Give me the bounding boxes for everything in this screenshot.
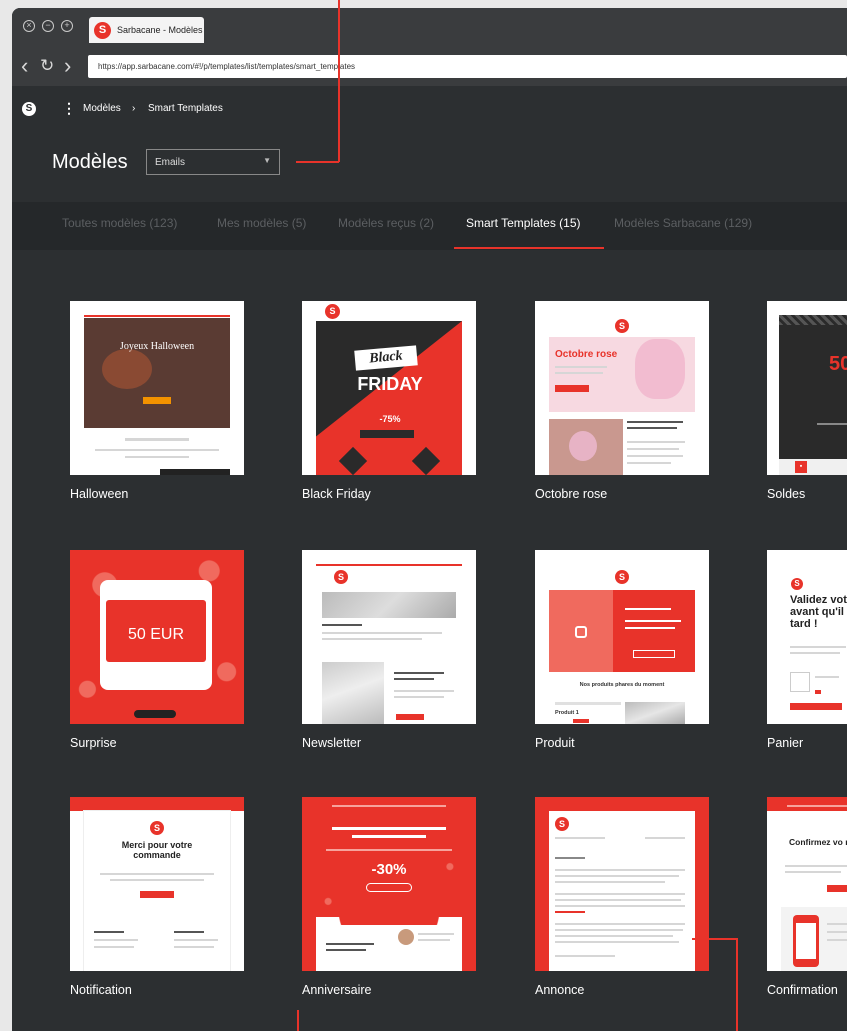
tab-my-templates[interactable]: Mes modèles (5) <box>217 216 306 230</box>
browser-titlebar: × − + S Sarbacane - Modèles <box>12 8 847 48</box>
browser-navbar: ‹ ↻ › https://app.sarbacane.com/#!/p/tem… <box>12 48 847 86</box>
template-label[interactable]: Notification <box>70 983 132 997</box>
template-card-anniversaire[interactable]: -30% <box>302 797 476 971</box>
forward-icon[interactable]: › <box>64 55 71 77</box>
breadcrumb-separator-icon: › <box>132 103 136 114</box>
maximize-window-icon[interactable]: + <box>61 20 73 32</box>
tab-sarbacane-templates[interactable]: Modèles Sarbacane (129) <box>614 216 752 230</box>
template-thumb-promo: -75% <box>379 414 401 424</box>
template-thumb-item: Produit 1 <box>555 710 579 716</box>
template-thumb-title: Octobre rose <box>555 349 618 360</box>
template-thumb-title: Confirmez vo notre c <box>789 837 847 847</box>
address-bar[interactable]: https://app.sarbacane.com/#!/p/templates… <box>88 55 847 78</box>
template-label[interactable]: Black Friday <box>302 487 371 501</box>
breadcrumb-smart-templates: Smart Templates <box>148 103 223 114</box>
channel-select-value: Emails <box>155 157 186 168</box>
template-thumb-title: 50 <box>829 353 847 375</box>
template-label[interactable]: Annonce <box>535 983 584 997</box>
app-logo-icon[interactable]: S <box>22 102 36 116</box>
address-bar-url: https://app.sarbacane.com/#!/p/templates… <box>98 62 356 71</box>
callout-line <box>296 161 339 163</box>
tab-smart-templates[interactable]: Smart Templates (15) <box>466 216 581 230</box>
reload-icon[interactable]: ↻ <box>40 56 54 76</box>
sarbacane-logo-icon: S <box>94 21 111 39</box>
active-tab-indicator <box>454 247 604 249</box>
template-label[interactable]: Confirmation <box>767 983 838 997</box>
template-tabs: Toutes modèles (123) Mes modèles (5) Mod… <box>12 202 847 250</box>
template-card-newsletter[interactable]: S <box>302 550 476 724</box>
channel-select[interactable]: Emails ▼ <box>146 149 280 175</box>
callout-line <box>338 0 340 162</box>
template-card-notification[interactable]: S Merci pour votre commande <box>70 797 244 971</box>
template-label[interactable]: Anniversaire <box>302 983 371 997</box>
template-card-panier[interactable]: S Validez vot avant qu'il tard ! <box>767 550 847 724</box>
template-label[interactable]: Soldes <box>767 487 805 501</box>
page-title: Modèles <box>52 151 128 173</box>
template-label[interactable]: Newsletter <box>302 736 361 750</box>
menu-icon[interactable]: ⋮ <box>62 100 76 117</box>
browser-window: × − + S Sarbacane - Modèles ‹ ↻ › https:… <box>12 8 847 1031</box>
template-label[interactable]: Surprise <box>70 736 117 750</box>
tab-all-templates[interactable]: Toutes modèles (123) <box>62 216 177 230</box>
template-card-black-friday[interactable]: S Black FRIDAY -75% <box>302 301 476 475</box>
template-label[interactable]: Octobre rose <box>535 487 607 501</box>
template-card-confirmation[interactable]: Confirmez vo notre c <box>767 797 847 971</box>
chevron-down-icon: ▼ <box>263 156 271 165</box>
template-label[interactable]: Panier <box>767 736 803 750</box>
callout-line <box>297 1010 299 1031</box>
template-label[interactable]: Halloween <box>70 487 128 501</box>
template-thumb-title: 50 EUR <box>127 626 185 643</box>
template-card-produit[interactable]: S Nos produits phares du moment Produit … <box>535 550 709 724</box>
browser-tab[interactable]: S Sarbacane - Modèles <box>89 17 204 43</box>
close-window-icon[interactable]: × <box>23 20 35 32</box>
template-card-soldes[interactable]: 50 ▪ <box>767 301 847 475</box>
template-thumb-title: Merci pour votre commande <box>121 840 193 860</box>
template-thumb-subtitle: FRIDAY <box>357 374 423 394</box>
template-card-annonce[interactable]: S <box>535 797 709 971</box>
template-thumb-title: Validez vot avant qu'il tard ! <box>790 594 847 630</box>
tab-received-templates[interactable]: Modèles reçus (2) <box>338 216 434 230</box>
callout-line <box>736 938 738 1031</box>
template-thumb-title: Joyeux Halloween <box>119 341 195 352</box>
back-icon[interactable]: ‹ <box>21 55 28 77</box>
template-card-octobre-rose[interactable]: S Octobre rose <box>535 301 709 475</box>
breadcrumb-modeles[interactable]: Modèles <box>83 103 121 114</box>
template-thumb-promo: -30% <box>371 861 407 878</box>
template-card-surprise[interactable]: 50 EUR <box>70 550 244 724</box>
template-thumb-subtitle: Nos produits phares du moment <box>579 682 665 688</box>
minimize-window-icon[interactable]: − <box>42 20 54 32</box>
template-label[interactable]: Produit <box>535 736 575 750</box>
callout-line <box>692 938 737 940</box>
template-card-halloween[interactable]: Joyeux Halloween <box>70 301 244 475</box>
app-topbar: S ⋮ Modèles › Smart Templates <box>12 88 847 128</box>
browser-tab-title: Sarbacane - Modèles <box>117 25 203 35</box>
